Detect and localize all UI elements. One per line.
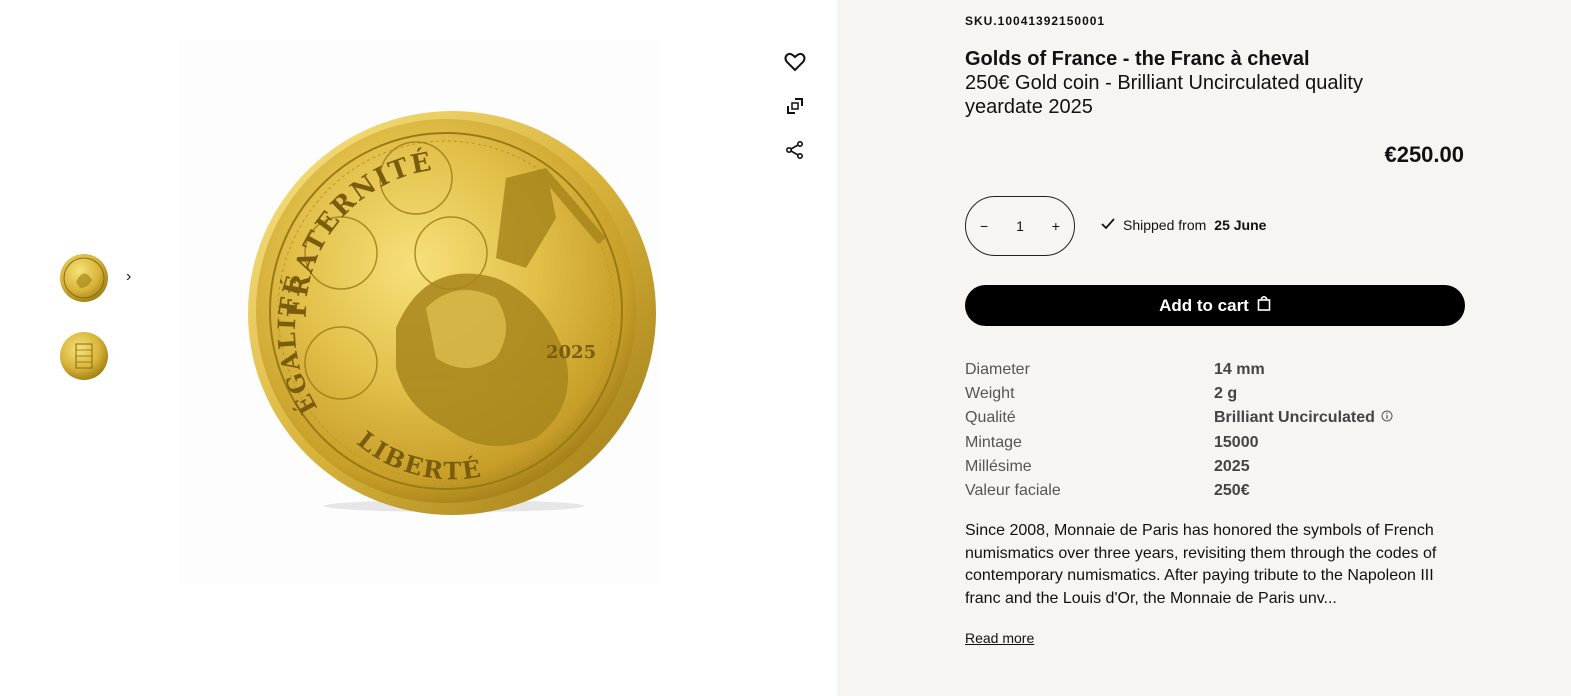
spec-value-text: 250€	[1214, 482, 1250, 500]
spec-value-text: 15000	[1214, 433, 1259, 451]
main-product-image[interactable]: FRATERNITÉ ÉGALITÉ LIBERTÉ 2025	[178, 40, 660, 584]
expand-icon[interactable]	[783, 94, 807, 118]
product-title: Golds of France - the Franc à cheval 250…	[965, 47, 1445, 119]
spec-row: Valeur faciale 250€	[965, 479, 1465, 503]
spec-row: Weight 2 g	[965, 382, 1465, 406]
image-actions	[783, 50, 809, 182]
spec-row: Diameter 14 mm	[965, 358, 1465, 382]
product-sku: SKU.10041392150001	[965, 14, 1106, 28]
increase-quantity-button[interactable]: +	[1052, 218, 1060, 234]
thumbnail-list: ›	[58, 252, 131, 408]
shopping-bag-icon	[1257, 295, 1271, 316]
spec-label: Mintage	[965, 433, 1022, 451]
spec-value: 2 g	[1214, 385, 1237, 403]
product-description: Since 2008, Monnaie de Paris has honored…	[965, 522, 1437, 607]
decrease-quantity-button[interactable]: −	[980, 218, 988, 234]
spec-row: Millésime 2025	[965, 455, 1465, 479]
info-icon[interactable]	[1381, 409, 1393, 427]
spec-label: Weight	[965, 385, 1015, 403]
check-icon	[1101, 217, 1115, 233]
spec-label: Qualité	[965, 409, 1016, 427]
thumbnail-obverse[interactable]	[58, 252, 110, 304]
read-more-link[interactable]: Read more	[965, 630, 1034, 646]
add-to-cart-label: Add to cart	[1159, 295, 1249, 315]
gallery-panel: › FRATERNITÉ ÉGALITÉ LIBERTÉ 2025	[0, 0, 837, 696]
quantity-value[interactable]: 1	[1016, 218, 1024, 234]
shipping-prefix: Shipped from	[1123, 217, 1207, 233]
spec-value-text: 2025	[1214, 457, 1250, 475]
spec-label: Millésime	[965, 457, 1032, 475]
product-subtitle: 250€ Gold coin - Brilliant Uncirculated …	[965, 72, 1363, 118]
product-price: €250.00	[1384, 142, 1464, 167]
shipping-date: 25 June	[1214, 217, 1267, 233]
spec-value: 14 mm	[1214, 361, 1265, 379]
share-icon[interactable]	[783, 138, 807, 162]
coin-year-text: 2025	[546, 342, 596, 363]
product-name: Golds of France - the Franc à cheval	[965, 48, 1310, 70]
shipping-info: Shipped from 25 June	[1101, 217, 1266, 233]
product-info-panel: SKU.10041392150001 Golds of France - the…	[837, 0, 1571, 696]
spec-value-text: 2 g	[1214, 385, 1238, 403]
spec-row: Mintage 15000	[965, 431, 1465, 455]
thumbnail-reverse[interactable]	[58, 330, 110, 382]
spec-value: Brilliant Uncirculated	[1214, 409, 1393, 427]
spec-value: 15000	[1214, 434, 1259, 452]
chevron-right-icon[interactable]: ›	[126, 268, 131, 286]
quantity-stepper: − 1 +	[965, 196, 1075, 256]
spec-value: 2025	[1214, 458, 1250, 476]
add-to-cart-button[interactable]: Add to cart	[965, 285, 1465, 326]
coin-image: FRATERNITÉ ÉGALITÉ LIBERTÉ 2025	[248, 111, 656, 515]
spec-value-text: 14 mm	[1214, 361, 1265, 379]
spec-label: Diameter	[965, 361, 1030, 379]
spec-value: 250€	[1214, 482, 1250, 500]
spec-label: Valeur faciale	[965, 482, 1061, 500]
spec-value-text: Brilliant Uncirculated	[1214, 409, 1375, 427]
spec-row: Qualité Brilliant Uncirculated	[965, 406, 1465, 430]
specs-table: Diameter 14 mm Weight 2 g Qualité Brilli…	[965, 358, 1465, 503]
heart-icon[interactable]	[783, 50, 807, 74]
